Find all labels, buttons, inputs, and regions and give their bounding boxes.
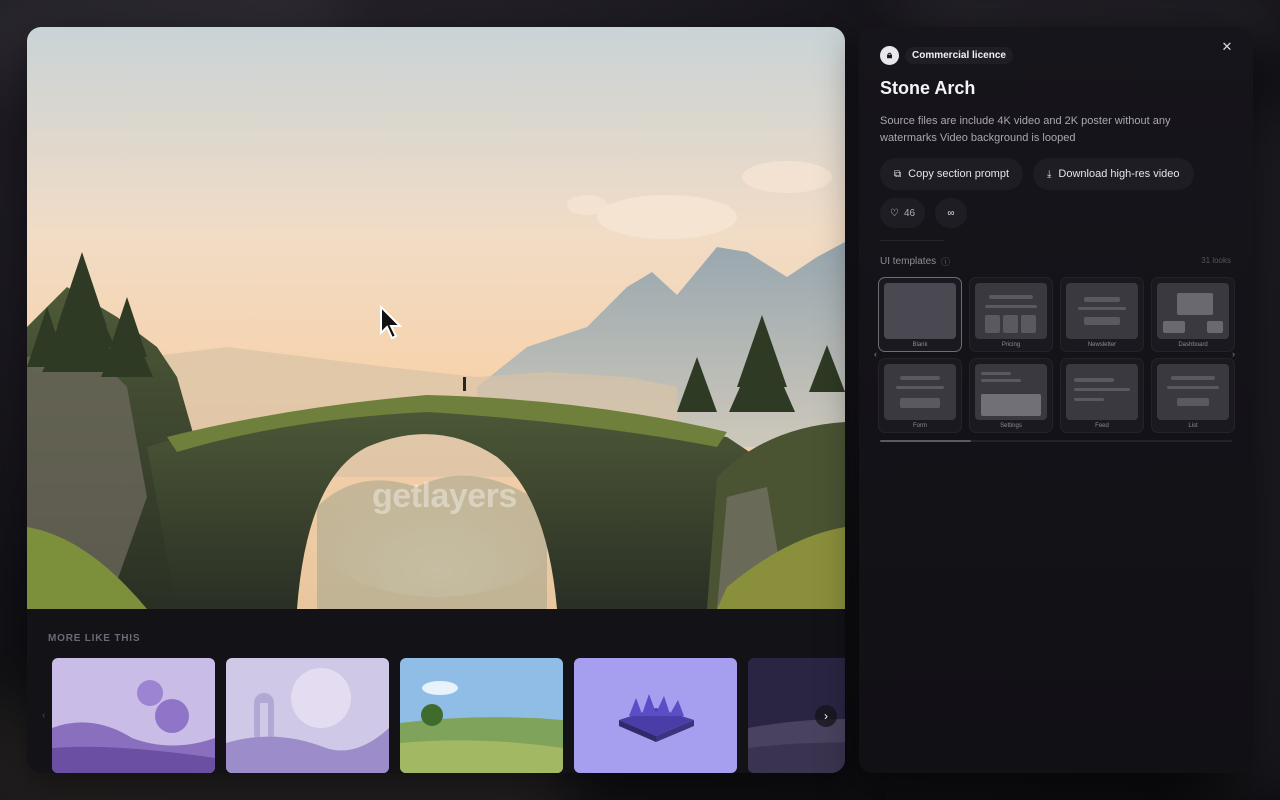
licence-badge: Commercial licence	[905, 47, 1013, 64]
watermark-text: getlayers	[372, 477, 517, 515]
templates-scrollbar[interactable]	[880, 440, 1232, 442]
media-card: getlayers MORE LIKE THIS ‹ ›	[27, 27, 845, 773]
template-caption: Pricing	[1001, 342, 1021, 348]
chevron-left-icon[interactable]: ‹	[874, 349, 877, 359]
asset-description: Source files are include 4K video and 2K…	[880, 115, 1171, 144]
lock-icon: 🔒︎	[880, 46, 899, 65]
download-high-res-video-button[interactable]: ⤓ Download high-res video	[1033, 158, 1194, 190]
related-thumbnail[interactable]	[226, 658, 389, 773]
template-card[interactable]: Feed	[1060, 358, 1144, 433]
template-caption: Dashboard	[1178, 342, 1208, 348]
hero-preview[interactable]: getlayers	[27, 27, 845, 609]
chevron-left-icon[interactable]: ‹	[42, 710, 45, 721]
template-card[interactable]: Pricing	[969, 277, 1053, 352]
like-button[interactable]: ♡ 46	[880, 198, 926, 228]
asset-title: Stone Arch	[880, 78, 976, 98]
ui-templates-label: UI templates	[880, 256, 937, 267]
heart-icon: ♡	[890, 207, 899, 219]
template-caption: Newsletter	[1087, 342, 1117, 348]
template-caption: Feed	[1095, 423, 1109, 429]
download-high-res-video-label: Download high-res video	[1058, 168, 1180, 180]
template-caption: Form	[913, 423, 927, 429]
template-card[interactable]: Newsletter	[1060, 277, 1144, 352]
template-caption: Blank	[912, 342, 928, 348]
mouse-pointer-icon	[379, 305, 403, 341]
licence-row: 🔒︎ Commercial licence	[880, 46, 1013, 65]
close-icon[interactable]: ✕	[1219, 39, 1235, 55]
template-caption: Settings	[1000, 423, 1022, 429]
divider	[880, 240, 944, 241]
details-panel: ✕ 🔒︎ Commercial licence Stone Arch Sourc…	[859, 27, 1253, 773]
ui-templates-grid: Blank Pricing Newsletter Dashboard Form …	[874, 277, 1235, 437]
related-thumbnails	[52, 658, 845, 773]
template-caption: List	[1188, 423, 1198, 429]
info-icon[interactable]: ⓘ	[941, 255, 950, 268]
template-card[interactable]: List	[1151, 358, 1235, 433]
copy-icon: ⧉	[894, 168, 902, 180]
ui-templates-heading: UI templates ⓘ	[880, 255, 950, 268]
related-thumbnail[interactable]	[574, 658, 737, 773]
download-icon: ⤓	[1047, 168, 1052, 180]
related-thumbnail[interactable]	[52, 658, 215, 773]
more-like-this-label: MORE LIKE THIS	[48, 633, 141, 644]
chevron-right-icon[interactable]: ›	[1232, 349, 1235, 359]
link-icon: ∞	[947, 207, 955, 219]
template-card[interactable]: Form	[878, 358, 962, 433]
template-card[interactable]: Blank	[878, 277, 962, 352]
scrollbar-thumb[interactable]	[880, 440, 971, 442]
related-thumbnail[interactable]	[400, 658, 563, 773]
copy-section-prompt-button[interactable]: ⧉ Copy section prompt	[880, 158, 1024, 190]
like-count: 46	[903, 207, 916, 219]
stone-arch-landscape-image	[27, 27, 845, 609]
next-thumbnails-button[interactable]: ›	[815, 705, 837, 727]
template-card[interactable]: Settings	[969, 358, 1053, 433]
copy-link-button[interactable]: ∞	[935, 198, 967, 228]
template-card[interactable]: Dashboard	[1151, 277, 1235, 352]
templates-count: 31 looks	[1201, 256, 1231, 265]
copy-section-prompt-label: Copy section prompt	[908, 168, 1010, 180]
